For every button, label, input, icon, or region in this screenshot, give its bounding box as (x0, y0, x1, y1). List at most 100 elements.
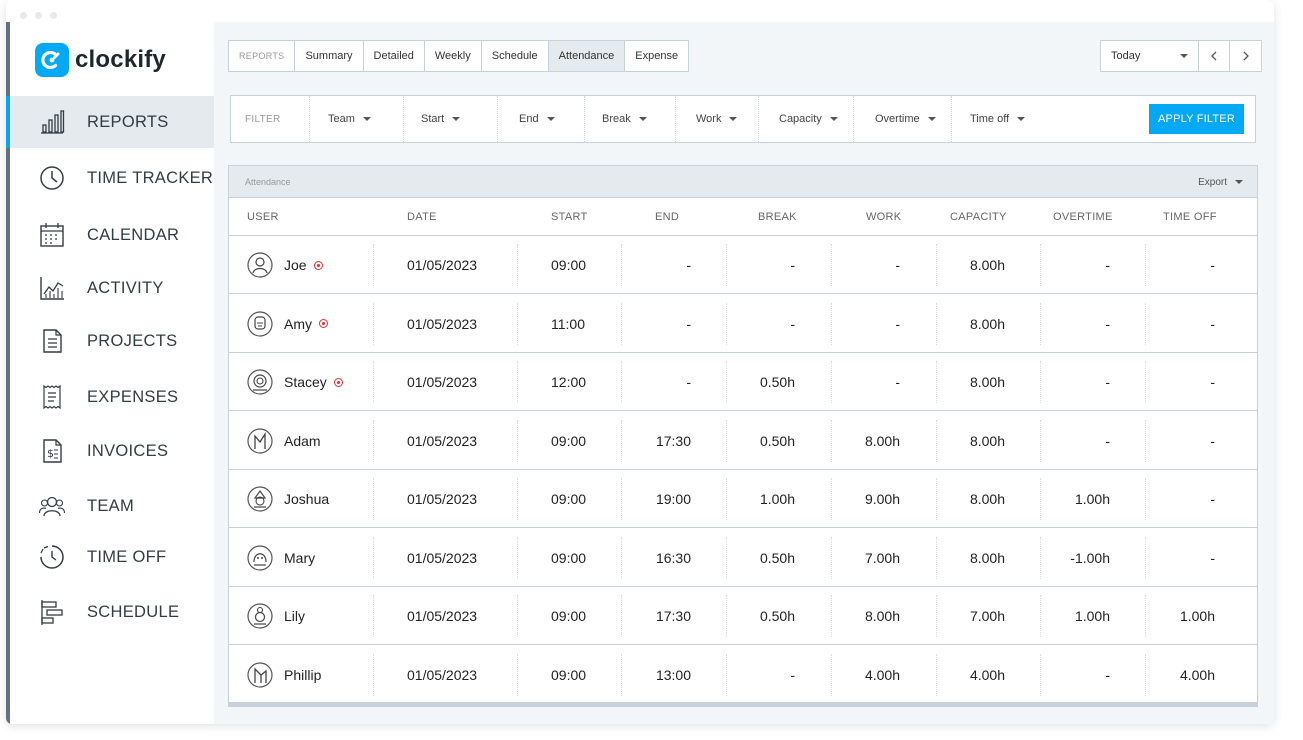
chevron-down-icon (546, 117, 555, 121)
sidebar-item-reports[interactable]: REPORTS (6, 96, 214, 148)
sidebar-item-projects[interactable]: PROJECTS (10, 315, 214, 367)
cell-divider (831, 478, 832, 520)
cell-divider (621, 419, 622, 462)
cell-divider (517, 244, 518, 286)
table-scrollbar[interactable] (229, 702, 1257, 706)
cell-date: 01/05/2023 (407, 491, 478, 507)
avatar-spiky-icon (247, 486, 273, 512)
tab-weekly[interactable]: Weekly (425, 41, 482, 71)
tab-detailed[interactable]: Detailed (364, 41, 425, 71)
sidebar-item-activity[interactable]: ACTIVITY (10, 262, 214, 314)
sidebar-item-time-tracker[interactable]: TIME TRACKER (10, 152, 214, 204)
column-header-user[interactable]: USER (247, 198, 279, 236)
filter-work-dropdown[interactable]: Work (696, 96, 738, 142)
cell-break: 0.50h (759, 608, 795, 624)
filter-overtime-dropdown[interactable]: Overtime (875, 96, 936, 142)
column-header-capacity[interactable]: CAPACITY (950, 198, 1007, 236)
cell-divider (517, 536, 518, 579)
sidebar-item-expenses[interactable]: EXPENSES (10, 371, 214, 423)
cell-divider (621, 595, 622, 637)
user-name-cell: Amy (284, 295, 328, 353)
cell-divider (726, 302, 727, 345)
column-header-date[interactable]: DATE (407, 198, 437, 236)
invoice-icon: $ (43, 439, 62, 463)
cell-time-off: - (1210, 257, 1215, 273)
column-header-break[interactable]: BREAK (758, 198, 797, 236)
filter-item-label: Overtime (875, 113, 920, 125)
table-row[interactable]: Amy 01/05/2023 11:00 - - - 8.00h - - (229, 295, 1257, 353)
filter-time-off-dropdown[interactable]: Time off (970, 96, 1026, 142)
table-row[interactable]: Adam 01/05/2023 09:00 17:30 0.50h 8.00h 8.00h -… (229, 412, 1257, 470)
cell-divider (373, 536, 374, 579)
table-row[interactable]: Lily 01/05/2023 09:00 17:30 0.50h 8.00h 7.00h 1… (229, 587, 1257, 645)
main-content: REPORTS Summary Detailed Weekly Schedule Att… (214, 22, 1274, 724)
date-range-select[interactable]: Today (1101, 41, 1199, 71)
cell-divider (373, 419, 374, 462)
cell-capacity: 8.00h (969, 257, 1005, 273)
filter-item-label: Start (421, 113, 445, 125)
sidebar-item-invoices[interactable]: $ INVOICES (10, 425, 214, 477)
sidebar-item-schedule[interactable]: SCHEDULE (10, 586, 214, 638)
tab-summary[interactable]: Summary (295, 41, 364, 71)
cell-divider (373, 302, 374, 345)
cell-start: 11:00 (551, 315, 585, 332)
column-header-work[interactable]: WORK (866, 198, 901, 236)
avatar-bun-icon (247, 603, 273, 629)
column-header-start[interactable]: START (551, 198, 588, 236)
cell-capacity: 7.00h (969, 608, 1005, 624)
chevron-left-icon (1211, 51, 1217, 61)
filter-label: FILTER (245, 113, 281, 125)
cell-divider (373, 653, 374, 696)
cell-break: 0.50h (759, 374, 795, 390)
column-header-time-off[interactable]: TIME OFF (1163, 198, 1217, 236)
user-name: Joe (284, 257, 307, 273)
apply-filter-button[interactable]: APPLY FILTER (1149, 104, 1244, 134)
cell-divider (831, 595, 832, 637)
cell-break: 0.50h (759, 549, 795, 566)
filter-break-dropdown[interactable]: Break (602, 96, 647, 142)
table-row[interactable]: Mary 01/05/2023 09:00 16:30 0.50h 7.00h 8.00h -… (229, 529, 1257, 587)
clockify-logo[interactable]: clockify (35, 42, 166, 78)
cell-break: 0.50h (759, 432, 795, 449)
filter-capacity-dropdown[interactable]: Capacity (779, 96, 838, 142)
column-header-end[interactable]: END (655, 198, 679, 236)
export-button[interactable]: Export (1198, 166, 1243, 198)
filter-team-dropdown[interactable]: Team (328, 96, 371, 142)
sidebar-item-time-off[interactable]: TIME OFF (10, 531, 214, 583)
column-header-overtime[interactable]: OVERTIME (1053, 198, 1113, 236)
team-icon (38, 496, 66, 517)
cell-divider (1040, 595, 1041, 637)
cell-start: 09:00 (551, 549, 587, 566)
cell-start: 09:00 (551, 491, 587, 507)
next-date-button[interactable] (1230, 41, 1261, 71)
cell-end: 13:00 (655, 666, 691, 683)
live-indicator-icon (313, 260, 323, 270)
cell-divider (831, 361, 832, 403)
document-icon (43, 329, 62, 353)
table-row[interactable]: Stacey 01/05/2023 12:00 - 0.50h - 8.00h - - (229, 353, 1257, 411)
filter-start-dropdown[interactable]: Start (421, 96, 461, 142)
sidebar-item-team[interactable]: TEAM (10, 480, 214, 532)
table-row[interactable]: Joshua 01/05/2023 09:00 19:00 1.00h 9.00h 8.00… (229, 470, 1257, 528)
live-indicator-icon (333, 377, 343, 387)
cell-divider (1145, 361, 1146, 403)
tab-attendance[interactable]: Attendance (548, 41, 626, 71)
filter-end-dropdown[interactable]: End (519, 96, 555, 142)
table-row[interactable]: Phillip 01/05/2023 09:00 13:00 - 4.00h 4.00h - 4… (229, 646, 1257, 704)
app-window: clockify REPORTS TIME TRACKER CALENDAR ACTI… (6, 0, 1274, 724)
chevron-down-icon (1235, 180, 1243, 184)
table-row[interactable]: Joe 01/05/2023 09:00 - - - 8.00h - - (229, 236, 1257, 294)
tab-expense[interactable]: Expense (625, 41, 688, 71)
filter-divider (584, 96, 585, 142)
cell-divider (621, 536, 622, 579)
filter-item-label: Work (696, 113, 722, 125)
prev-date-button[interactable] (1199, 41, 1230, 71)
user-name-cell: Mary (284, 529, 315, 587)
user-name-cell: Stacey (284, 353, 343, 411)
cell-break: - (790, 315, 795, 332)
tab-schedule[interactable]: Schedule (482, 41, 549, 71)
cell-divider (726, 244, 727, 286)
chevron-down-icon (829, 117, 838, 121)
cell-divider (936, 478, 937, 520)
sidebar-item-calendar[interactable]: CALENDAR (10, 209, 214, 261)
